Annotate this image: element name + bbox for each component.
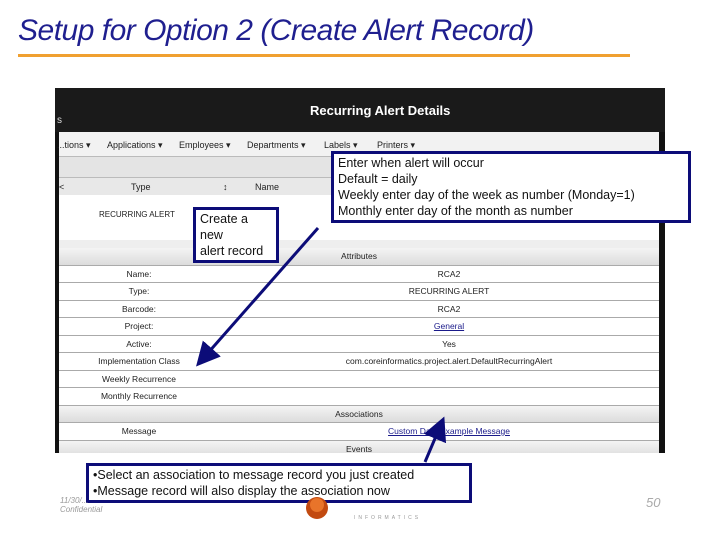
callout-line: Default = daily [338,172,418,186]
page-number: 50 [646,495,661,510]
callout-recurrence: Enter when alert will occur Default = da… [331,151,691,223]
callout-line: Monthly enter day of the month as number [338,204,573,218]
callout-create-record: Create a new alert record [193,207,279,263]
callout-line: alert record [200,244,264,258]
company-logo: INFORMATICS [304,495,424,528]
callout-arrows [196,227,447,463]
callout-line: Enter when alert will occur [338,156,484,170]
svg-text:INFORMATICS: INFORMATICS [354,515,421,521]
callout-line: •Select an association to message record… [93,468,415,482]
footer-left: 11/30/... Confidential [60,496,102,514]
callout-line: Weekly enter day of the week as number (… [338,188,635,202]
footer-confidential: Confidential [60,505,103,514]
footer-date: 11/30/... [60,496,89,505]
arrow-to-message [423,416,447,463]
callout-line: Create a new [200,212,248,242]
